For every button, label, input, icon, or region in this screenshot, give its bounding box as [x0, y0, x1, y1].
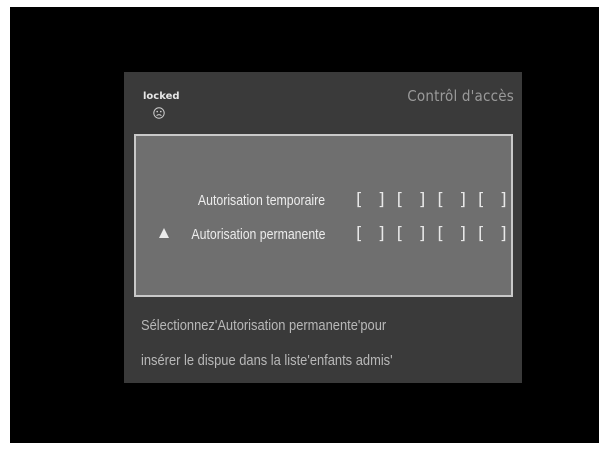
- code-slot[interactable]: [ ]: [478, 190, 512, 210]
- code-slot[interactable]: [ ]: [356, 224, 390, 244]
- code-slot[interactable]: [ ]: [478, 224, 512, 244]
- code-slot[interactable]: [ ]: [437, 224, 471, 244]
- sad-face-icon: [153, 107, 165, 119]
- help-text-line-2: insérer le dispue dans la liste'enfants …: [141, 352, 393, 369]
- help-text-line-1: Sélectionnez'Autorisation permanente'pou…: [141, 317, 387, 334]
- access-control-dialog: locked Contrôl d'accès Autorisation temp…: [124, 72, 522, 383]
- tv-screen: locked Contrôl d'accès Autorisation temp…: [10, 7, 599, 443]
- row-temporary-authorization[interactable]: Autorisation temporaire [ ] [ ] [ ] [ ]: [136, 190, 512, 216]
- row-permanent-authorization[interactable]: Autorisation permanente [ ] [ ] [ ] [ ]: [136, 224, 512, 250]
- authorization-panel: Autorisation temporaire [ ] [ ] [ ] [ ] …: [134, 134, 513, 297]
- code-slot[interactable]: [ ]: [397, 190, 431, 210]
- selection-arrow-icon: [159, 228, 169, 238]
- lock-status-label: locked: [143, 91, 180, 102]
- code-slot[interactable]: [ ]: [356, 190, 390, 210]
- temporary-code-slots: [ ] [ ] [ ] [ ]: [356, 190, 512, 210]
- code-slot[interactable]: [ ]: [437, 190, 471, 210]
- permanent-authorization-label: Autorisation permanente: [190, 226, 325, 243]
- permanent-code-slots: [ ] [ ] [ ] [ ]: [356, 224, 512, 244]
- temporary-authorization-label: Autorisation temporaire: [197, 192, 325, 209]
- code-slot[interactable]: [ ]: [397, 224, 431, 244]
- dialog-title: Contrôl d'accès: [407, 87, 514, 105]
